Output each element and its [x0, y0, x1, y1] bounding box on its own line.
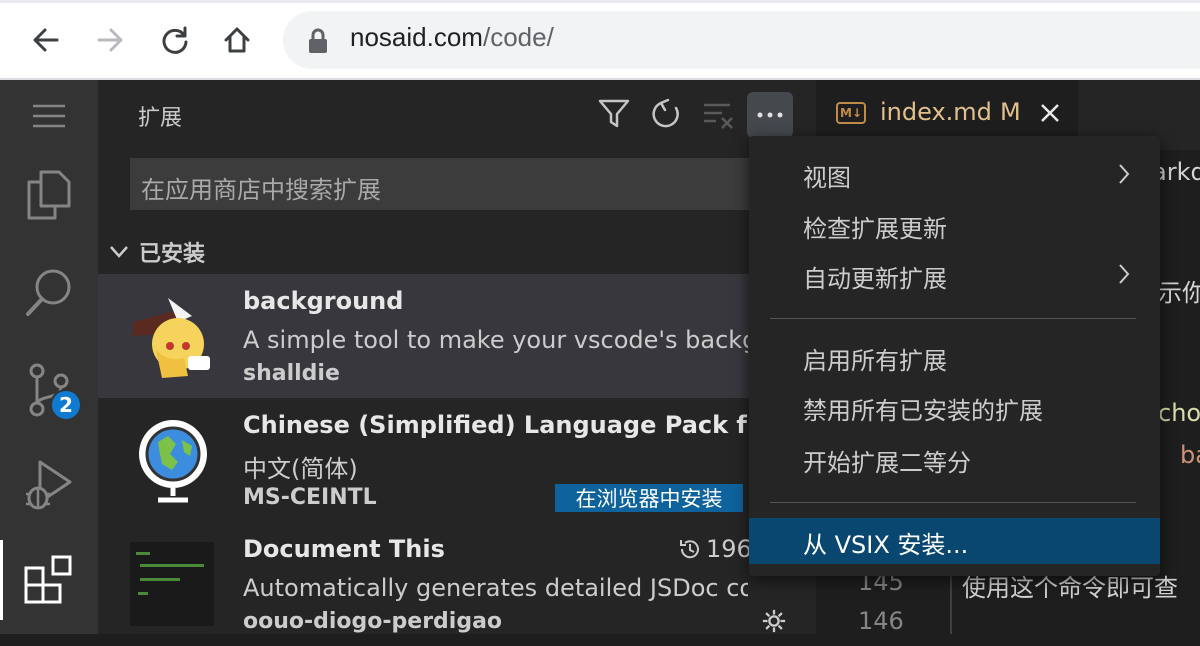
menu-item-label: 启用所有扩展	[803, 347, 947, 375]
source-control-badge: 2	[50, 389, 82, 421]
menu-separator	[770, 318, 1136, 319]
browser-toolbar: nosaid.com/code/	[0, 0, 1200, 80]
editor-code-fragment: ba	[1180, 441, 1200, 469]
arrow-right-icon	[97, 28, 123, 52]
extension-publisher: oouo-diogo-perdigao	[243, 609, 503, 634]
filter-icon[interactable]	[598, 99, 630, 129]
extension-name: Chinese (Simplified) Language Pack for V…	[243, 411, 748, 439]
refresh-icon[interactable]	[650, 98, 682, 130]
globe-icon	[139, 420, 207, 503]
clear-results-icon[interactable]	[702, 101, 734, 129]
search-placeholder: 在应用商店中搜索扩展	[141, 176, 381, 204]
chevron-right-icon	[1119, 264, 1130, 284]
more-actions-button[interactable]	[747, 92, 793, 138]
menu-item-label: 禁用所有已安装的扩展	[803, 397, 1043, 425]
menu-item-label: 视图	[803, 164, 851, 192]
menu-separator	[770, 502, 1136, 503]
install-in-browser-button[interactable]: 在浏览器中安装	[555, 484, 743, 512]
files-icon	[27, 170, 71, 220]
run-debug-icon	[26, 460, 72, 510]
extension-description: Automatically generates detailed JSDoc c…	[243, 574, 748, 602]
history-icon	[680, 540, 699, 559]
lock-icon	[309, 28, 327, 53]
activity-extensions[interactable]	[0, 540, 98, 620]
reload-button[interactable]	[155, 20, 195, 60]
close-icon[interactable]	[1040, 103, 1060, 123]
arrow-left-icon	[33, 28, 59, 52]
menu-item-label: 检查扩展更新	[803, 215, 947, 243]
extensions-icon	[24, 555, 72, 604]
menu-item-label: 开始扩展二等分	[803, 449, 971, 477]
extension-publisher: MS-CEINTL	[243, 485, 377, 510]
url-text[interactable]: nosaid.com/code/	[350, 22, 554, 53]
extension-description: A simple tool to make your vscode's back…	[243, 326, 748, 354]
installed-section-header[interactable]: 已安装	[139, 236, 205, 268]
gear-icon[interactable]	[760, 608, 788, 634]
editor-code-fragment: cho	[1158, 399, 1200, 427]
home-icon	[224, 27, 250, 53]
activity-search[interactable]	[0, 252, 98, 332]
extension-name: background	[243, 287, 404, 315]
background-extension-icon	[132, 298, 210, 378]
markdown-icon: M↓	[836, 102, 866, 124]
activity-run-debug[interactable]	[0, 445, 98, 525]
ellipsis-icon	[757, 112, 783, 118]
browser-top-border	[0, 0, 1200, 3]
extension-name: Document This	[243, 535, 445, 563]
chevron-right-icon	[1119, 164, 1130, 184]
home-button[interactable]	[217, 20, 257, 60]
hamburger-icon	[33, 104, 65, 128]
forward-button[interactable]	[90, 20, 130, 60]
tab-label: index.md	[880, 98, 992, 126]
extension-publisher: shalldie	[243, 361, 340, 386]
jsdoc-snippet-icon	[136, 552, 204, 595]
url-host: nosaid.com	[350, 22, 483, 52]
install-count: 196	[706, 535, 752, 563]
chevron-down-icon[interactable]	[108, 244, 130, 260]
document-this-extension-icon	[130, 542, 214, 626]
editor-text-fragment: 示你	[1158, 279, 1200, 307]
url-path: /code/	[482, 22, 554, 52]
activity-explorer[interactable]	[0, 155, 98, 235]
menu-button[interactable]	[0, 76, 98, 156]
back-button[interactable]	[26, 20, 66, 60]
line-number: 146	[858, 607, 904, 635]
search-icon	[26, 269, 71, 316]
activity-source-control[interactable]	[0, 350, 98, 430]
menu-item-label: 从 VSIX 安装...	[803, 531, 969, 559]
extension-description: 中文(简体)	[243, 455, 358, 483]
tab-modified-indicator: M	[1000, 98, 1021, 126]
menu-item-label: 自动更新扩展	[803, 265, 947, 293]
reload-icon	[162, 26, 188, 54]
sidebar-title: 扩展	[138, 106, 183, 131]
